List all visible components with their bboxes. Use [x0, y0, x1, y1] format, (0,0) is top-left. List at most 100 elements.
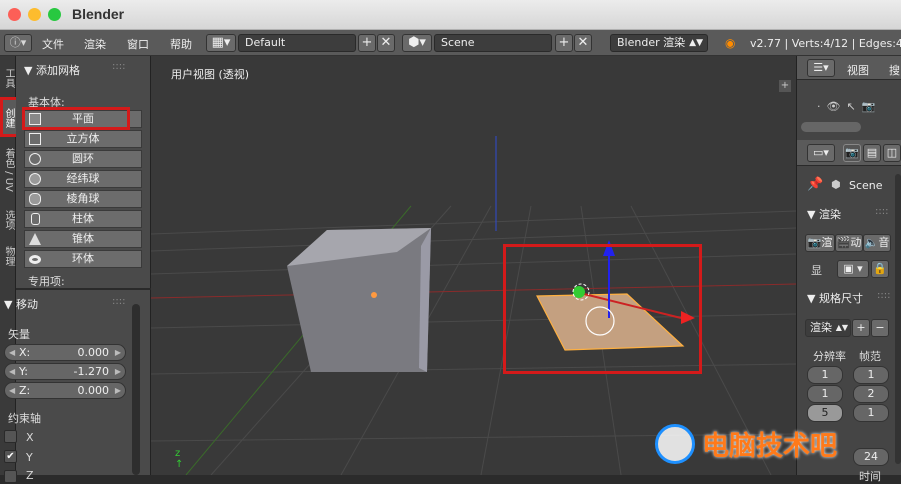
- torus-icon: [29, 255, 41, 264]
- move-y-field[interactable]: ◀ Y: -1.270 ▶: [4, 363, 126, 380]
- remove-scene-button[interactable]: ✕: [574, 34, 592, 52]
- add-layout-button[interactable]: +: [358, 34, 376, 52]
- constraint-y-label: Y: [26, 451, 33, 464]
- info-editor-type-button[interactable]: ⓘ▾: [4, 34, 32, 52]
- resolution-x-field[interactable]: 1: [807, 366, 843, 384]
- constraint-x-checkbox[interactable]: [4, 430, 17, 443]
- resolution-y-field[interactable]: 1: [807, 385, 843, 403]
- render-layers-tab-icon[interactable]: ▤: [863, 144, 881, 162]
- outliner-visibility-icons[interactable]: ·👁↖📷: [817, 100, 881, 113]
- menu-render[interactable]: 渲染: [84, 36, 106, 52]
- resolution-label: 分辨率: [813, 350, 846, 363]
- pin-icon[interactable]: 📌: [807, 177, 823, 192]
- constraint-axis-label: 约束轴: [8, 412, 41, 425]
- cone-icon: [29, 233, 41, 245]
- scene-tab-icon[interactable]: ◫: [883, 144, 901, 162]
- remove-layout-button[interactable]: ✕: [377, 34, 395, 52]
- constraint-z-checkbox[interactable]: [4, 470, 17, 483]
- uv-sphere-icon: [29, 173, 41, 185]
- tab-options[interactable]: 选项: [0, 202, 16, 238]
- watermark-text: 电脑技术吧: [702, 431, 837, 462]
- constraint-x-label: X: [26, 431, 34, 444]
- close-window-button[interactable]: [8, 8, 21, 21]
- render-image-button[interactable]: 📷渲: [805, 234, 835, 252]
- title-bar: Blender: [0, 0, 901, 30]
- resolution-percent-field[interactable]: 5: [807, 404, 843, 422]
- vector-label: 矢量: [8, 328, 30, 341]
- plane-selection-highlight: [503, 244, 702, 374]
- panel-grip-icon[interactable]: ::::: [112, 296, 125, 307]
- move-panel-title[interactable]: ▼ 移动: [4, 296, 38, 312]
- plane-button-highlight: [22, 107, 130, 130]
- minimize-window-button[interactable]: [28, 8, 41, 21]
- panel-grip-icon[interactable]: ::::: [112, 61, 125, 72]
- frame-range-label: 帧范: [859, 350, 881, 363]
- render-animation-button[interactable]: 🎬动: [835, 234, 863, 252]
- increment-arrow-icon[interactable]: ▶: [115, 345, 121, 360]
- watermark-logo-icon: [655, 424, 695, 464]
- add-cone-button[interactable]: 锥体: [24, 230, 142, 248]
- add-cube-button[interactable]: 立方体: [24, 130, 142, 148]
- dimensions-panel-title[interactable]: ▼ 规格尺寸: [807, 290, 863, 306]
- tab-shading-uv[interactable]: 着色 / UV: [0, 142, 16, 198]
- tab-tools[interactable]: 工具: [0, 62, 16, 94]
- render-preset-select[interactable]: 渲染 ▲▼: [805, 319, 851, 337]
- properties-area: ☰▾ 视图 搜 ·👁↖📷 ▭▾ 📷 ▤ ◫ 📌 ⬢ Scene ▼ 渲染 :::…: [796, 56, 901, 483]
- screen-layout-icon[interactable]: ▦▾: [206, 34, 236, 52]
- screen-layout-field[interactable]: Default: [238, 34, 356, 52]
- add-scene-button[interactable]: +: [555, 34, 573, 52]
- panel-divider: [16, 288, 151, 290]
- frame-end-field[interactable]: 2: [853, 385, 889, 403]
- decrement-arrow-icon[interactable]: ◀: [9, 345, 15, 360]
- dropdown-arrow-icon: ▲▼: [835, 323, 848, 332]
- add-torus-button[interactable]: 环体: [24, 250, 142, 268]
- display-label: 显: [811, 264, 822, 277]
- outliner-search-menu[interactable]: 搜: [889, 62, 900, 78]
- display-mode-select[interactable]: ▣ ▾: [837, 260, 869, 278]
- render-panel-title[interactable]: ▼ 渲染: [807, 206, 841, 222]
- decrement-arrow-icon[interactable]: ◀: [9, 383, 15, 398]
- increment-arrow-icon[interactable]: ▶: [115, 364, 121, 379]
- frame-step-field[interactable]: 1: [853, 404, 889, 422]
- properties-scrollbar[interactable]: [895, 174, 901, 464]
- render-audio-button[interactable]: 🔈音: [863, 234, 891, 252]
- blender-logo-icon: ◉: [725, 36, 736, 50]
- viewport-expand-icon[interactable]: +: [779, 80, 791, 92]
- add-circle-button[interactable]: 圆环: [24, 150, 142, 168]
- move-z-field[interactable]: ◀ Z: 0.000 ▶: [4, 382, 126, 399]
- scene-field[interactable]: Scene: [434, 34, 552, 52]
- move-x-field[interactable]: ◀ X: 0.000 ▶: [4, 344, 126, 361]
- add-cylinder-button[interactable]: 柱体: [24, 210, 142, 228]
- tab-physics[interactable]: 物理: [0, 242, 16, 270]
- increment-arrow-icon[interactable]: ▶: [115, 383, 121, 398]
- menu-help[interactable]: 帮助: [170, 36, 192, 52]
- outliner-view-menu[interactable]: 视图: [847, 62, 869, 78]
- axis-widget-icon: z ↑: [175, 448, 184, 470]
- scene-stats: v2.77 | Verts:4/12 | Edges:4/1: [750, 37, 901, 50]
- move-panel-scrollbar[interactable]: [132, 304, 140, 475]
- outliner-scrollbar[interactable]: [801, 122, 861, 132]
- add-uv-sphere-button[interactable]: 经纬球: [24, 170, 142, 188]
- outliner-type-icon[interactable]: ☰▾: [807, 59, 835, 77]
- scene-data-icon: ⬢: [831, 178, 841, 191]
- properties-type-icon[interactable]: ▭▾: [807, 144, 835, 162]
- panel-grip-icon[interactable]: ::::: [875, 206, 888, 217]
- add-ico-sphere-button[interactable]: 棱角球: [24, 190, 142, 208]
- lock-interface-icon[interactable]: 🔒: [871, 260, 889, 278]
- menu-file[interactable]: 文件: [42, 36, 64, 52]
- maximize-window-button[interactable]: [48, 8, 61, 21]
- scene-icon[interactable]: ⬢▾: [402, 34, 432, 52]
- frame-rate-field[interactable]: 24: [853, 448, 889, 466]
- constraint-y-checkbox[interactable]: ✔: [4, 450, 17, 463]
- cube-icon: [29, 133, 41, 145]
- render-engine-select[interactable]: Blender 渲染 ▲▼: [610, 34, 708, 52]
- remove-preset-button[interactable]: −: [871, 319, 889, 337]
- panel-grip-icon[interactable]: ::::: [877, 290, 890, 301]
- decrement-arrow-icon[interactable]: ◀: [9, 364, 15, 379]
- add-preset-button[interactable]: +: [852, 319, 870, 337]
- circle-icon: [29, 153, 41, 165]
- frame-start-field[interactable]: 1: [853, 366, 889, 384]
- render-tab-icon[interactable]: 📷: [843, 144, 861, 162]
- add-mesh-panel-title[interactable]: ▼ 添加网格: [24, 62, 80, 78]
- menu-window[interactable]: 窗口: [127, 36, 149, 52]
